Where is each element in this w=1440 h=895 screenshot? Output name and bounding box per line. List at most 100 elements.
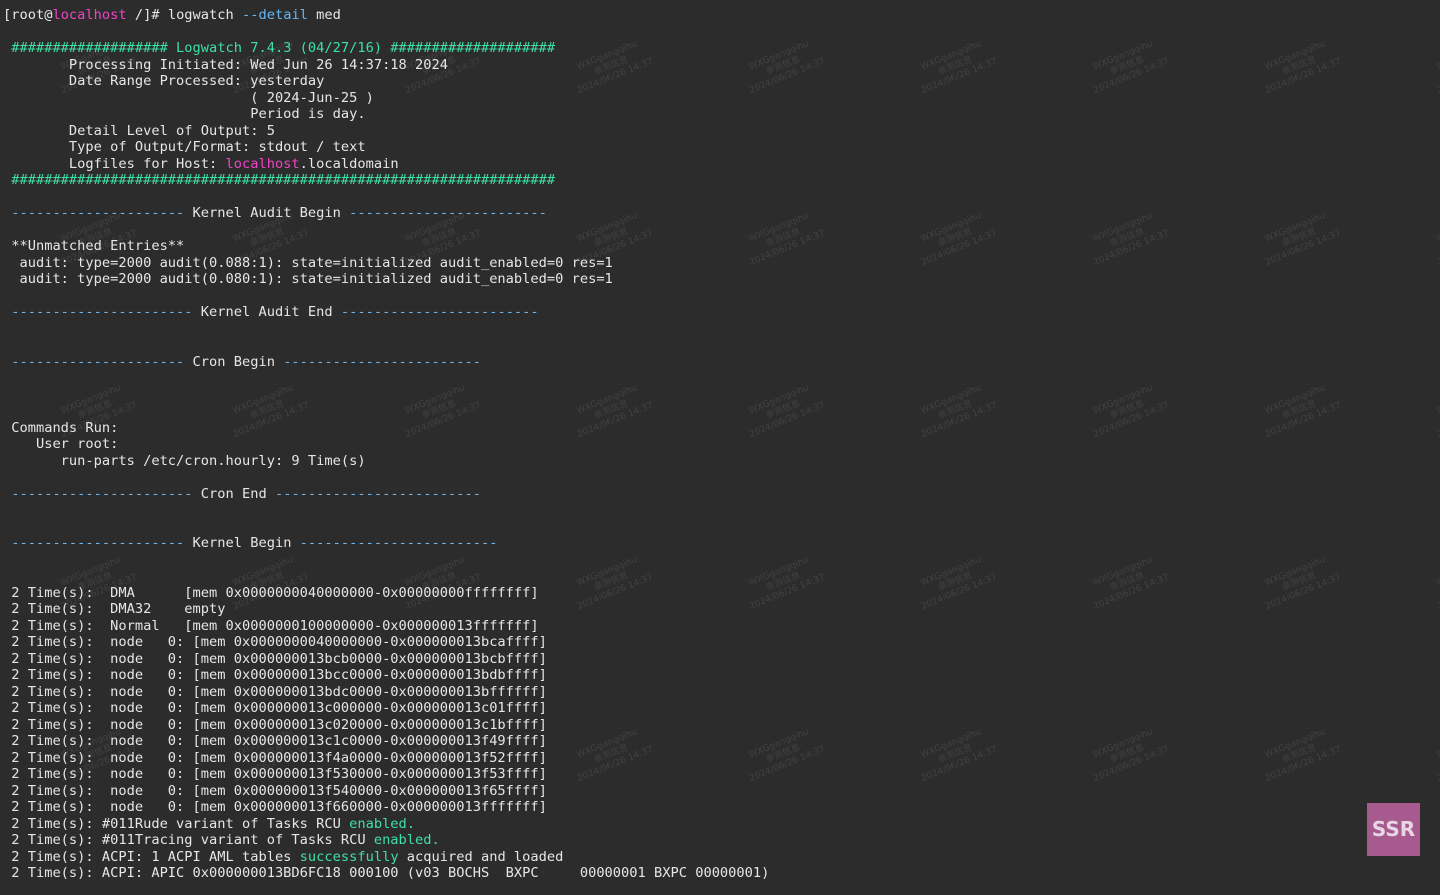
terminal-line: Processing Initiated: Wed Jun 26 14:37:1… bbox=[3, 57, 1440, 74]
terminal-line: 2 Time(s): ACPI: APIC 0x000000013BD6FC18… bbox=[3, 865, 1440, 882]
terminal-line: Date Range Processed: yesterday bbox=[3, 73, 1440, 90]
terminal-line: [root@localhost /]# logwatch --detail me… bbox=[3, 7, 1440, 24]
terminal-line: ########################################… bbox=[3, 172, 1440, 189]
terminal-text: 2 Time(s): DMA32 empty bbox=[3, 601, 226, 617]
terminal-text: audit: type=2000 audit(0.080:1): state=i… bbox=[3, 271, 613, 287]
terminal-line: 2 Time(s): #011Tracing variant of Tasks … bbox=[3, 832, 1440, 849]
terminal-text: .localdomain bbox=[299, 155, 399, 172]
terminal-text: Cron End bbox=[200, 485, 267, 502]
terminal-text: ---------------------- bbox=[3, 304, 201, 320]
terminal-text: 2 Time(s): node 0: [mem 0x000000013bdc00… bbox=[3, 683, 547, 700]
terminal-text: Logfiles for Host: bbox=[3, 155, 226, 172]
terminal-text: successfully bbox=[299, 848, 399, 865]
terminal-line: 2 Time(s): DMA32 empty bbox=[3, 601, 1440, 618]
ssr-badge[interactable]: SSR bbox=[1367, 803, 1420, 856]
terminal-text: Detail Level of Output: 5 bbox=[3, 122, 275, 139]
terminal-text: 2 Time(s): node 0: [mem 0x000000013f5300… bbox=[3, 766, 547, 782]
terminal-text: localhost bbox=[225, 155, 300, 172]
terminal-text: med bbox=[307, 7, 341, 23]
terminal-line: ################### Logwatch 7.4.3 (04/2… bbox=[3, 40, 1440, 57]
terminal-line: --------------------- Kernel Begin -----… bbox=[3, 535, 1440, 552]
terminal-line: 2 Time(s): node 0: [mem 0x000000013bcb00… bbox=[3, 651, 1440, 668]
terminal-line: Detail Level of Output: 5 bbox=[3, 123, 1440, 140]
terminal-line: Type of Output/Format: stdout / text bbox=[3, 139, 1440, 156]
terminal-text: Kernel Begin bbox=[192, 535, 292, 551]
terminal-text: 2 Time(s): ACPI: 1 ACPI AML tables bbox=[3, 848, 300, 865]
terminal-text: Kernel Audit Begin bbox=[192, 205, 341, 221]
terminal-line: User root: bbox=[3, 436, 1440, 453]
terminal-line: audit: type=2000 audit(0.088:1): state=i… bbox=[3, 255, 1440, 272]
terminal-line: --------------------- Kernel Audit Begin… bbox=[3, 205, 1440, 222]
terminal-text: 2 Time(s): node 0: [mem 0x000000013c0000… bbox=[3, 700, 547, 716]
terminal-text: Type of Output/Format: stdout / text bbox=[3, 139, 366, 155]
terminal-text: ------------------------ bbox=[274, 353, 481, 370]
terminal-window[interactable]: WXGgangqihu 亲测信息 2024/06/26 14:37 WXGgang… bbox=[0, 0, 1440, 895]
terminal-line: Commands Run: bbox=[3, 420, 1440, 437]
terminal-line: 2 Time(s): node 0: [mem 0x000000013f5300… bbox=[3, 766, 1440, 783]
terminal-text: --detail bbox=[242, 7, 308, 23]
terminal-line: Logfiles for Host: localhost.localdomain bbox=[3, 156, 1440, 173]
terminal-text: run-parts /etc/cron.hourly: 9 Time(s) bbox=[3, 452, 366, 469]
terminal-text: 2 Time(s): node 0: [mem 0x000000013bcc00… bbox=[3, 667, 547, 683]
terminal-text: 2 Time(s): node 0: [mem 0x000000013f4a00… bbox=[3, 749, 547, 766]
terminal-line: 2 Time(s): node 0: [mem 0x00000000400000… bbox=[3, 634, 1440, 651]
terminal-text: enabled. bbox=[349, 815, 416, 832]
terminal-text: ( 2024-Jun-25 ) bbox=[3, 89, 374, 106]
terminal-line: audit: type=2000 audit(0.080:1): state=i… bbox=[3, 271, 1440, 288]
terminal-text: /]# logwatch bbox=[126, 7, 242, 23]
terminal-line: --------------------- Cron Begin -------… bbox=[3, 354, 1440, 371]
terminal-text: Processing Initiated: Wed Jun 26 14:37:1… bbox=[3, 56, 448, 73]
terminal-text: audit: type=2000 audit(0.088:1): state=i… bbox=[3, 254, 613, 271]
terminal-text: [root@ bbox=[3, 7, 53, 23]
terminal-line: 2 Time(s): node 0: [mem 0x000000013c1c00… bbox=[3, 733, 1440, 750]
terminal-line: 2 Time(s): DMA [mem 0x0000000040000000-0… bbox=[3, 585, 1440, 602]
terminal-text: ########################################… bbox=[3, 172, 556, 188]
terminal-text: User root: bbox=[3, 436, 119, 452]
terminal-text: 2 Time(s): node 0: [mem 0x000000013c0200… bbox=[3, 716, 547, 733]
terminal-text: --------------------- bbox=[3, 535, 193, 551]
terminal-text: Period is day. bbox=[3, 106, 366, 122]
terminal-text: Kernel Audit End bbox=[200, 304, 333, 320]
terminal-text: 2 Time(s): node 0: [mem 0x000000013bcb00… bbox=[3, 650, 547, 667]
terminal-line: **Unmatched Entries** bbox=[3, 238, 1440, 255]
terminal-text: enabled. bbox=[373, 832, 440, 848]
terminal-text: ------------------------ bbox=[291, 535, 498, 551]
terminal-line: ---------------------- Kernel Audit End … bbox=[3, 304, 1440, 321]
terminal-line: 2 Time(s): node 0: [mem 0x000000013f4a00… bbox=[3, 750, 1440, 767]
terminal-line: 2 Time(s): node 0: [mem 0x000000013f6600… bbox=[3, 799, 1440, 816]
terminal-text: Date Range Processed: yesterday bbox=[3, 73, 325, 89]
terminal-line: 2 Time(s): node 0: [mem 0x000000013c0000… bbox=[3, 700, 1440, 717]
terminal-text: localhost bbox=[52, 7, 127, 23]
terminal-line: run-parts /etc/cron.hourly: 9 Time(s) bbox=[3, 453, 1440, 470]
terminal-text: Commands Run: bbox=[3, 419, 119, 436]
terminal-text: 2 Time(s): DMA [mem 0x0000000040000000-0… bbox=[3, 584, 539, 601]
terminal-text: ------------------------ bbox=[332, 304, 539, 320]
terminal-line: 2 Time(s): node 0: [mem 0x000000013bcc00… bbox=[3, 667, 1440, 684]
terminal-line: 2 Time(s): node 0: [mem 0x000000013bdc00… bbox=[3, 684, 1440, 701]
terminal-text: ################### Logwatch 7.4.3 (04/2… bbox=[3, 40, 556, 56]
terminal-text: 2 Time(s): node 0: [mem 0x000000013f6600… bbox=[3, 799, 547, 815]
terminal-line: ---------------------- Cron End --------… bbox=[3, 486, 1440, 503]
terminal-text: ------------------------ bbox=[340, 205, 547, 221]
terminal-text: 2 Time(s): ACPI: APIC 0x000000013BD6FC18… bbox=[3, 865, 770, 881]
terminal-text: Cron Begin bbox=[192, 353, 275, 370]
terminal-line: 2 Time(s): #011Rude variant of Tasks RCU… bbox=[3, 816, 1440, 833]
terminal-line: Period is day. bbox=[3, 106, 1440, 123]
terminal-line: ( 2024-Jun-25 ) bbox=[3, 90, 1440, 107]
terminal-text: 2 Time(s): node 0: [mem 0x00000000400000… bbox=[3, 634, 547, 650]
terminal-line: 2 Time(s): ACPI: 1 ACPI AML tables succe… bbox=[3, 849, 1440, 866]
terminal-text: 2 Time(s): #011Rude variant of Tasks RCU bbox=[3, 815, 350, 832]
